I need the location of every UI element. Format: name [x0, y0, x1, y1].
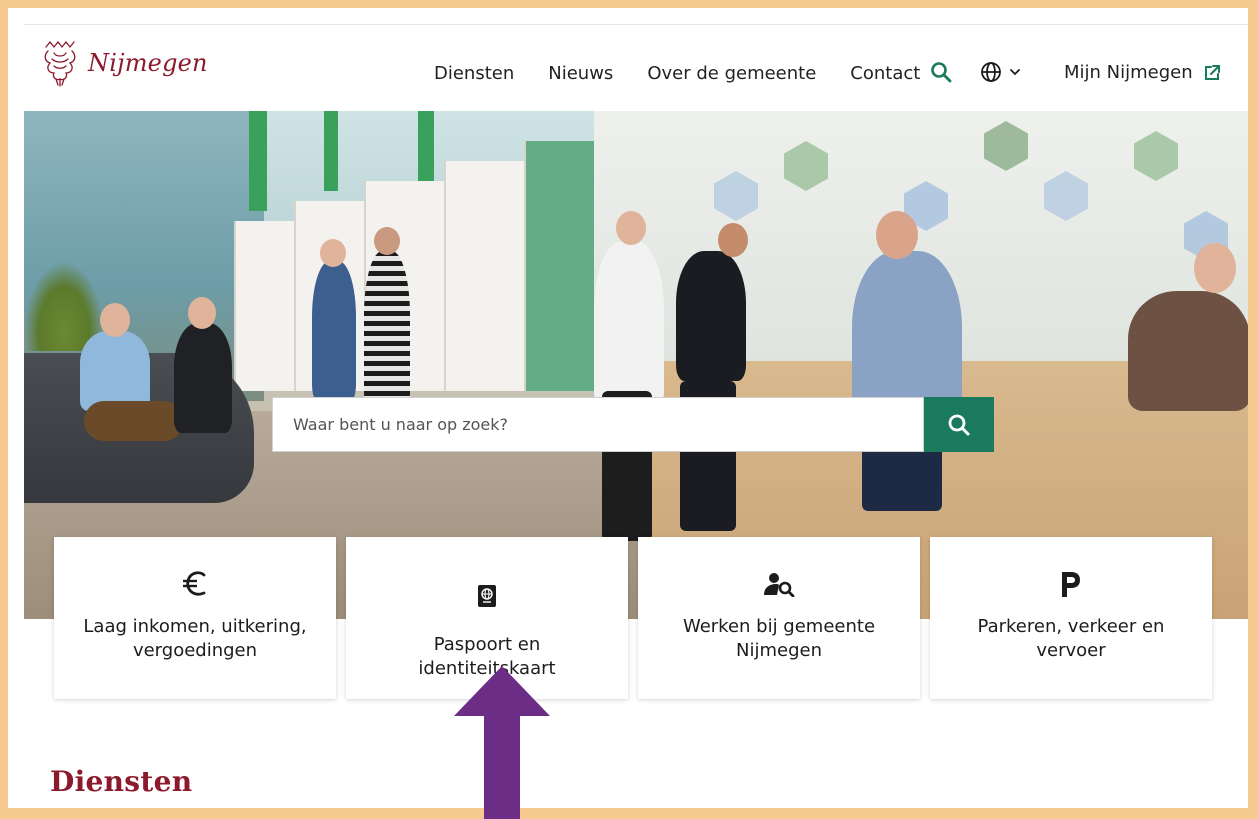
page: Nijmegen Diensten Nieuws Over de gemeent… [24, 24, 1248, 808]
logo-link[interactable]: Nijmegen [40, 39, 208, 87]
mijn-nijmegen-label: Mijn Nijmegen [1064, 62, 1193, 83]
chevron-down-icon [1010, 69, 1020, 76]
search-input[interactable] [293, 415, 923, 434]
section-title-diensten: Diensten [50, 765, 193, 798]
search-icon [948, 414, 970, 435]
card-parkeren[interactable]: Parkeren, verkeer en vervoer [930, 537, 1212, 699]
card-label: Parkeren, verkeer en vervoer [977, 616, 1165, 661]
external-link-icon [1204, 64, 1220, 80]
nav-item-contact[interactable]: Contact [850, 63, 920, 84]
search-icon[interactable] [930, 61, 952, 83]
language-selector[interactable] [980, 61, 1022, 83]
site-header: Nijmegen Diensten Nieuws Over de gemeent… [24, 25, 1248, 111]
nav-item-nieuws[interactable]: Nieuws [548, 63, 613, 84]
nav-item-over-de-gemeente[interactable]: Over de gemeente [647, 63, 816, 84]
mijn-nijmegen-link[interactable]: Mijn Nijmegen [1064, 62, 1221, 83]
search-submit-button[interactable] [924, 397, 994, 452]
card-label: Werken bij gemeente Nijmegen [682, 616, 876, 661]
parking-icon [1062, 572, 1080, 597]
card-laag-inkomen[interactable]: Laag inkomen, uitkering, vergoedingen [54, 537, 336, 699]
nav-item-diensten[interactable]: Diensten [434, 63, 514, 84]
user-search-icon [764, 573, 795, 597]
hero-search-field[interactable] [272, 397, 924, 452]
euro-icon [183, 571, 206, 596]
logo-text: Nijmegen [88, 49, 208, 77]
passport-icon [478, 585, 496, 607]
card-label: Laag inkomen, uitkering, vergoedingen [83, 616, 307, 661]
annotation-arrow-icon [454, 666, 550, 819]
card-werken-bij[interactable]: Werken bij gemeente Nijmegen [638, 537, 920, 699]
globe-icon [981, 62, 1001, 82]
lion-logo-icon [44, 40, 76, 87]
main-nav: Diensten Nieuws Over de gemeente Contact [434, 63, 954, 84]
browser-frame: Nijmegen Diensten Nieuws Over de gemeent… [8, 8, 1248, 808]
